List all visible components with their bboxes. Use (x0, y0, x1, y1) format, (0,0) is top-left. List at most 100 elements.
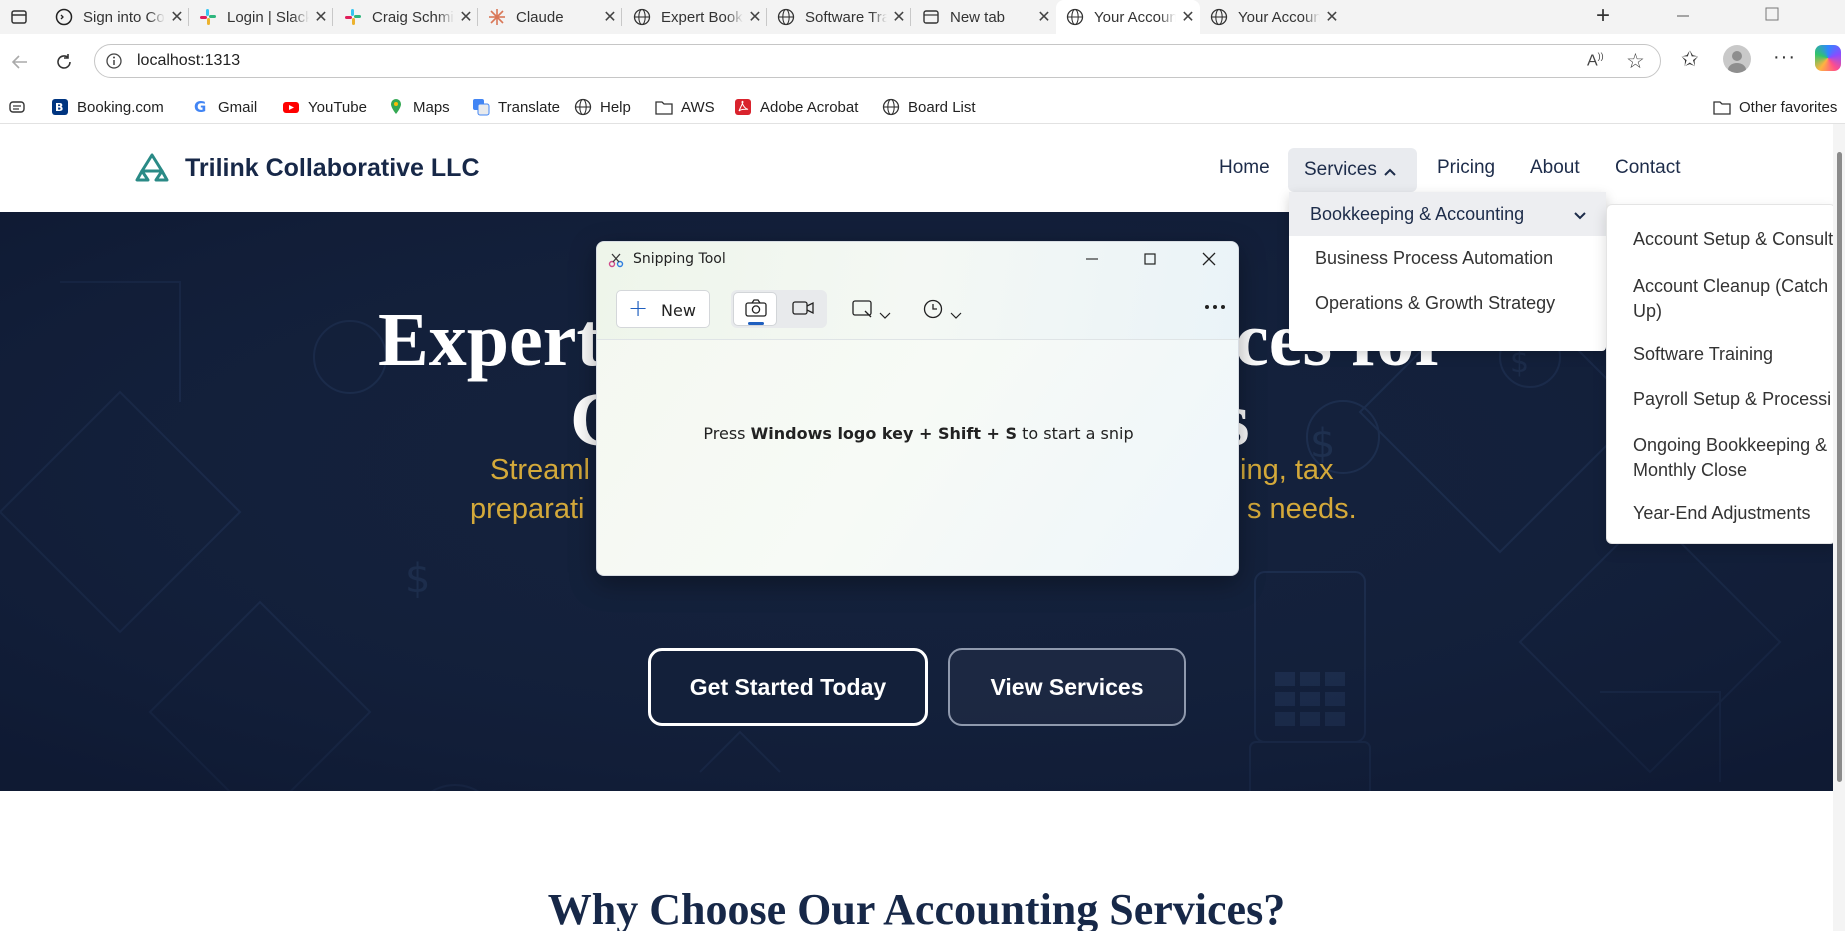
screenshot-mode-button[interactable] (733, 292, 777, 326)
snip-minimize-icon[interactable] (1081, 248, 1103, 270)
browser-tab[interactable]: Expert Bookke✕ (623, 0, 767, 34)
bookmark-item[interactable]: AWS (655, 90, 715, 124)
nav-about[interactable]: About (1530, 151, 1580, 185)
snipping-tool-title: Snipping Tool (633, 251, 726, 267)
services-dropdown: Bookkeeping & Accounting Business Proces… (1289, 192, 1606, 351)
refresh-icon[interactable] (53, 51, 75, 73)
bookmark-item[interactable]: Board List (882, 90, 976, 124)
submenu-item-account-cleanup[interactable]: Account Cleanup (Catch Up) (1633, 274, 1833, 324)
tab-title: New tab (950, 8, 1006, 26)
snip-hint-suffix: to start a snip (1017, 424, 1134, 443)
snip-new-button[interactable]: + New (616, 290, 710, 328)
snip-close-icon[interactable] (1198, 248, 1220, 270)
browser-tab[interactable]: Login | Slack ✕ (189, 0, 333, 34)
chevron-down-icon (950, 305, 962, 324)
menu-item-bookkeeping[interactable]: Bookkeeping & Accounting (1289, 192, 1606, 236)
address-field[interactable]: localhost:1313 A)) ☆ (94, 44, 1661, 78)
browser-address-bar: localhost:1313 A)) ☆ ✩ ··· (0, 34, 1845, 90)
close-tab-icon[interactable]: ✕ (454, 7, 478, 27)
favorites-icon[interactable]: ✩ (1681, 47, 1699, 72)
browser-tab[interactable]: Sign into Code✕ (45, 0, 189, 34)
clock-icon (922, 298, 944, 324)
close-tab-icon[interactable]: ✕ (743, 7, 767, 27)
snip-delay-dropdown[interactable] (922, 296, 966, 322)
google-icon: G (192, 98, 210, 116)
browser-tab[interactable]: New tab ✕ (912, 0, 1056, 34)
video-camera-icon (792, 300, 814, 318)
other-favorites[interactable]: Other favorites (1713, 90, 1837, 124)
bookmark-item[interactable]: YouTube (282, 90, 367, 124)
bookmark-item[interactable]: Maps (387, 90, 450, 124)
bookmark-item[interactable]: G Gmail (192, 90, 257, 124)
browser-tab[interactable]: Your Accounti✕ (1200, 0, 1344, 34)
submenu-item-software-training[interactable]: Software Training (1633, 344, 1773, 365)
close-tab-icon[interactable]: ✕ (309, 7, 333, 27)
snip-mode-toggle (731, 290, 827, 328)
nav-services[interactable]: Services (1288, 148, 1417, 192)
view-services-button[interactable]: View Services (948, 648, 1186, 726)
video-mode-button[interactable] (781, 292, 825, 326)
menu-item-bookkeeping-label: Bookkeeping & Accounting (1310, 204, 1525, 224)
brand-logo-icon[interactable] (134, 152, 170, 184)
browser-tab[interactable]: Craig Schmied✕ (334, 0, 478, 34)
browser-tab[interactable]: Your Accounti✕ (1056, 0, 1200, 34)
url-text: localhost:1313 (137, 52, 241, 69)
minimize-window-icon[interactable] (1673, 6, 1693, 26)
nav-pricing[interactable]: Pricing (1437, 151, 1495, 185)
copilot-icon[interactable] (1815, 45, 1841, 71)
booking-icon: B (51, 98, 69, 116)
submenu-item-account-setup[interactable]: Account Setup & Consult (1633, 229, 1833, 250)
hero-title-line1-left: Expert (378, 298, 602, 382)
bookmark-item[interactable]: B Booking.com (51, 90, 164, 124)
snipping-tool-app-icon (608, 252, 624, 268)
folder-icon (1713, 98, 1731, 116)
brand-name[interactable]: Trilink Collaborative LLC (185, 154, 480, 183)
bookmark-label: AWS (681, 98, 715, 116)
tab-actions-icon[interactable] (10, 8, 28, 26)
maximize-window-icon[interactable] (1762, 4, 1782, 24)
read-aloud-icon[interactable]: A)) (1587, 51, 1604, 70)
hero-subtitle-line2-right: s needs. (1247, 493, 1357, 525)
favorite-star-icon[interactable]: ☆ (1626, 49, 1645, 74)
bookmark-item[interactable]: Help (574, 90, 631, 124)
nav-contact[interactable]: Contact (1615, 151, 1680, 185)
menu-item-growth-strategy[interactable]: Operations & Growth Strategy (1315, 293, 1555, 314)
bookmark-item[interactable]: Translate (472, 90, 560, 124)
tab-title: Your Accounti (1238, 8, 1320, 26)
page-scrollbar[interactable] (1833, 124, 1845, 931)
bookmark-item[interactable]: Adobe Acrobat (734, 90, 858, 124)
new-tab-plus-icon[interactable]: + (1591, 4, 1615, 29)
site-info-icon[interactable] (105, 52, 123, 70)
submenu-item-ongoing-bookkeeping[interactable]: Ongoing Bookkeeping & Monthly Close (1633, 433, 1833, 483)
rectangle-snip-icon (851, 298, 875, 324)
menu-item-process-automation[interactable]: Business Process Automation (1315, 248, 1553, 269)
snip-maximize-icon[interactable] (1139, 248, 1161, 270)
bookmark-label: Gmail (218, 98, 258, 116)
chevron-down-icon (1573, 208, 1587, 220)
submenu-item-payroll[interactable]: Payroll Setup & Processi (1633, 389, 1831, 410)
submenu-item-year-end[interactable]: Year-End Adjustments (1633, 503, 1810, 524)
close-tab-icon[interactable]: ✕ (1032, 7, 1056, 27)
close-tab-icon[interactable]: ✕ (165, 7, 189, 27)
back-icon[interactable] (9, 51, 31, 73)
youtube-icon (282, 98, 300, 116)
browser-tab[interactable]: Claude ✕ (478, 0, 622, 34)
get-started-button[interactable]: Get Started Today (648, 648, 928, 726)
reading-view-icon[interactable] (8, 98, 26, 116)
snipping-tool-window: Snipping Tool + New Press Windows logo k… (596, 241, 1239, 576)
snip-more-options-icon[interactable] (1202, 294, 1228, 320)
more-options-icon[interactable]: ··· (1773, 46, 1796, 69)
scrollbar-thumb[interactable] (1837, 152, 1842, 782)
chevron-up-icon (1383, 164, 1397, 176)
close-tab-icon[interactable]: ✕ (887, 7, 911, 27)
svg-text:G: G (194, 98, 206, 116)
close-tab-icon[interactable]: ✕ (1320, 7, 1344, 27)
close-tab-icon[interactable]: ✕ (598, 7, 622, 27)
profile-avatar-icon[interactable] (1723, 45, 1751, 73)
close-tab-icon[interactable]: ✕ (1176, 7, 1200, 27)
tab-title: Craig Schmied (372, 8, 454, 26)
bookkeeping-submenu: Account Setup & Consult Account Cleanup … (1606, 204, 1833, 544)
snip-shape-dropdown[interactable] (851, 296, 895, 322)
nav-home[interactable]: Home (1219, 151, 1270, 185)
browser-tab[interactable]: Software Train✕ (767, 0, 911, 34)
